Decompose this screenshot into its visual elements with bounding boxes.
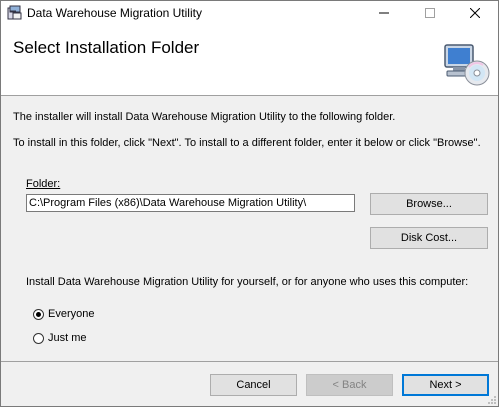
browse-button[interactable]: Browse... xyxy=(370,193,488,215)
computer-cd-icon xyxy=(444,44,490,86)
minimize-icon xyxy=(379,12,389,14)
next-button[interactable]: Next > xyxy=(402,374,489,396)
radio-everyone[interactable]: Everyone xyxy=(33,308,94,320)
installer-app-icon xyxy=(7,5,22,20)
maximize-icon xyxy=(425,8,435,18)
radio-label-everyone: Everyone xyxy=(48,308,95,320)
radio-button-everyone[interactable] xyxy=(33,308,44,320)
cancel-button[interactable]: Cancel xyxy=(210,374,297,396)
page-title: Select Installation Folder xyxy=(13,38,200,57)
installer-window: Data Warehouse Migration Utility Select … xyxy=(0,0,499,407)
close-icon xyxy=(470,8,480,18)
maximize-button[interactable] xyxy=(407,1,453,25)
back-button: < Back xyxy=(306,374,393,396)
radio-just-me[interactable]: Just me xyxy=(33,332,87,344)
install-for-prompt: Install Data Warehouse Migration Utility… xyxy=(26,276,469,288)
minimize-button[interactable] xyxy=(361,1,407,25)
folder-label: Folder: xyxy=(26,178,60,190)
folder-path-input[interactable] xyxy=(26,194,355,212)
disk-cost-button[interactable]: Disk Cost... xyxy=(370,227,488,249)
radio-label-just-me: Just me xyxy=(48,332,87,344)
folder-label-text: Folder: xyxy=(26,178,61,190)
instruction-text-1: The installer will install Data Warehous… xyxy=(13,111,396,123)
radio-button-just-me[interactable] xyxy=(33,332,44,344)
resize-grip-icon[interactable] xyxy=(487,395,497,405)
title-bar[interactable]: Data Warehouse Migration Utility xyxy=(1,1,498,25)
window-title: Data Warehouse Migration Utility xyxy=(27,6,202,20)
instruction-text-2: To install in this folder, click "Next".… xyxy=(13,137,481,149)
wizard-header: Select Installation Folder xyxy=(1,25,498,96)
close-button[interactable] xyxy=(452,1,498,25)
